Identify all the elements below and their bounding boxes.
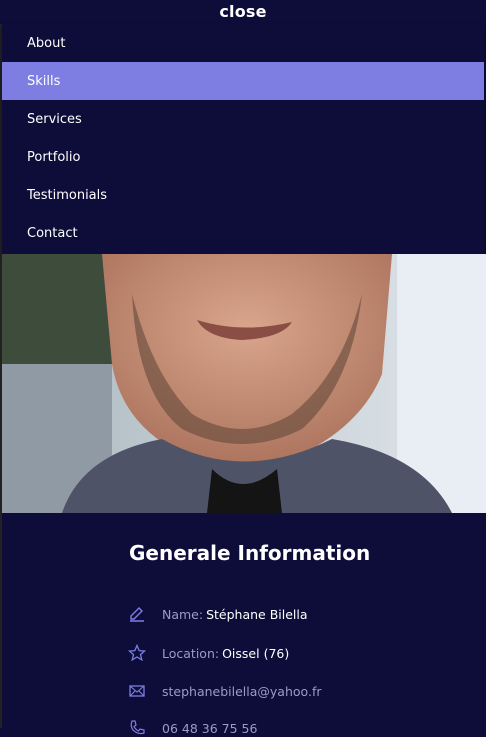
profile-photo-illustration bbox=[2, 254, 486, 513]
location-row: Location: Oissel (76) bbox=[128, 644, 289, 662]
general-information-section: Generale Information Name: Stéphane Bile… bbox=[2, 513, 486, 736]
menu-item-contact[interactable]: Contact bbox=[2, 214, 484, 252]
profile-photo bbox=[2, 254, 486, 513]
name-label: Name: bbox=[162, 606, 204, 622]
email-row: stephanebilella@yahoo.fr bbox=[128, 682, 321, 700]
name-value: Stéphane Bilella bbox=[206, 606, 308, 622]
menu-item-portfolio[interactable]: Portfolio bbox=[2, 138, 484, 176]
location-value: Oissel (76) bbox=[222, 645, 290, 661]
star-icon bbox=[128, 644, 146, 662]
nav-menu: About Skills Services Portfolio Testimon… bbox=[2, 24, 484, 254]
location-label: Location: bbox=[162, 645, 220, 661]
menu-item-skills[interactable]: Skills bbox=[2, 62, 484, 100]
envelope-icon bbox=[128, 682, 146, 700]
menu-item-testimonials[interactable]: Testimonials bbox=[2, 176, 484, 214]
phone-icon bbox=[128, 719, 146, 737]
name-row: Name: Stéphane Bilella bbox=[128, 605, 308, 623]
phone-value[interactable]: 06 48 36 75 56 bbox=[162, 721, 257, 736]
email-value[interactable]: stephanebilella@yahoo.fr bbox=[162, 684, 321, 699]
pencil-icon bbox=[128, 605, 146, 623]
close-menu-button[interactable]: close bbox=[0, 2, 486, 21]
menu-item-about[interactable]: About bbox=[2, 24, 484, 62]
top-bar: close bbox=[0, 0, 486, 24]
section-title: Generale Information bbox=[129, 541, 371, 565]
menu-item-services[interactable]: Services bbox=[2, 100, 484, 138]
phone-row: 06 48 36 75 56 bbox=[128, 719, 257, 737]
